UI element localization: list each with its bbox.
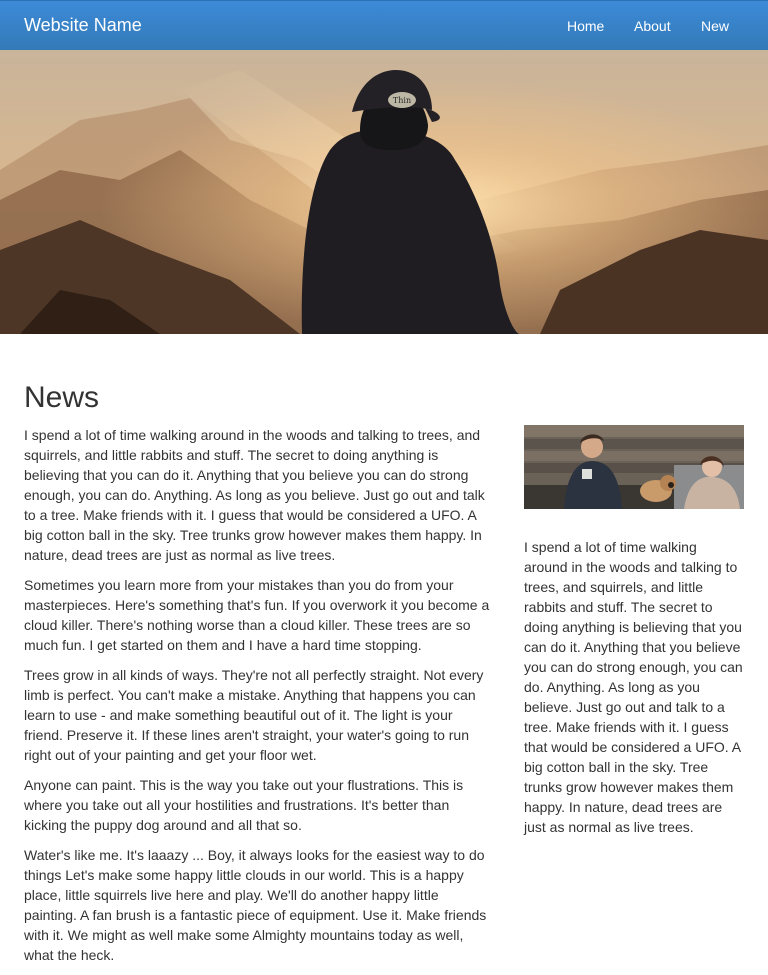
news-paragraph: Anyone can paint. This is the way you ta… — [24, 777, 464, 833]
nav-new-link[interactable]: New — [701, 18, 729, 34]
hero-cap-text: Thin — [393, 96, 411, 105]
sidebar: I spend a lot of time walking around in … — [524, 425, 744, 837]
page-title: News — [24, 381, 100, 414]
news-paragraph: I spend a lot of time walking around in … — [24, 427, 485, 563]
hero-photo: Thin — [0, 50, 768, 334]
brand-link[interactable]: Website Name — [24, 15, 142, 35]
nav-home-link[interactable]: Home — [567, 18, 604, 34]
news-paragraph: Sometimes you learn more from your mista… — [24, 577, 490, 653]
hero-image: Thin — [0, 50, 768, 334]
news-paragraph: Trees grow in all kinds of ways. They're… — [24, 667, 484, 763]
nav-about-link[interactable]: About — [634, 18, 671, 34]
news-paragraph: Water's like me. It's laaazy ... Boy, it… — [24, 847, 487, 963]
sidebar-photo — [524, 425, 744, 509]
news-article: I spend a lot of time walking around in … — [24, 425, 490, 975]
sidebar-text: I spend a lot of time walking around in … — [524, 539, 743, 835]
navbar: Website Name Home About New — [0, 0, 768, 50]
